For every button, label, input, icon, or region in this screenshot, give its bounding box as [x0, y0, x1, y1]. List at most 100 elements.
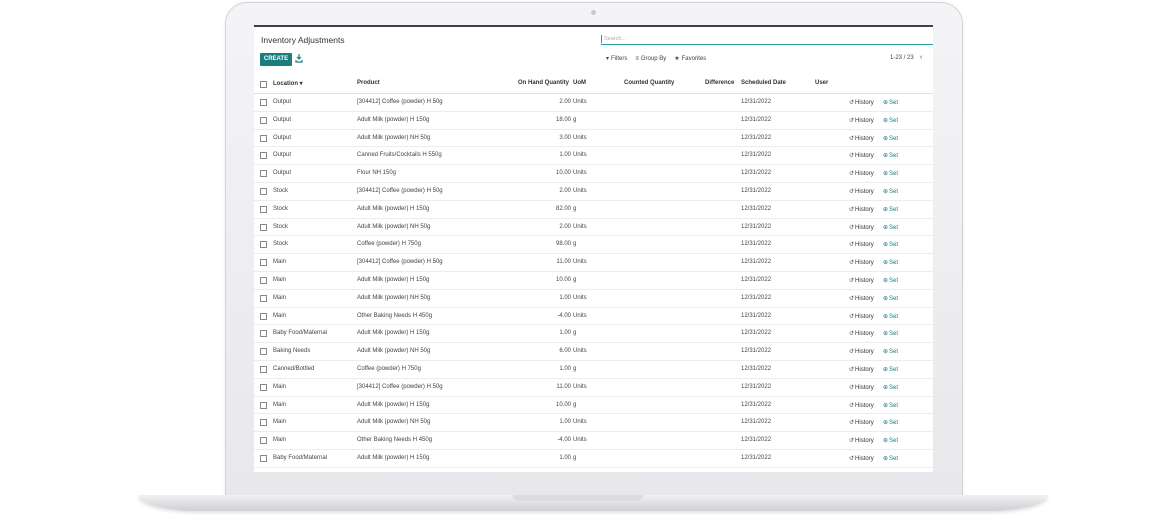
history-button[interactable]: ↺History: [849, 152, 874, 159]
set-button[interactable]: ⊕Set: [883, 277, 898, 284]
row-checkbox[interactable]: [260, 437, 267, 445]
row-checkbox[interactable]: [260, 134, 267, 142]
row-checkbox[interactable]: [260, 383, 267, 391]
set-button[interactable]: ⊕Set: [883, 241, 898, 248]
history-button[interactable]: ↺History: [849, 206, 874, 213]
set-button[interactable]: ⊕Set: [883, 437, 898, 444]
table-row[interactable]: Main Other Baking Needs H 450g -4.00 Units 1…: [254, 432, 933, 450]
history-button[interactable]: ↺History: [849, 117, 874, 124]
table-row[interactable]: Baking NeedsAdult Milk (powder) NH 50g6.…: [254, 468, 933, 472]
table-row[interactable]: Baby Food/Maternal Adult Milk (powder) H …: [254, 325, 933, 344]
history-button[interactable]: ↺History: [849, 384, 874, 391]
column-on-hand[interactable]: On Hand Quantity: [518, 80, 569, 86]
history-button[interactable]: ↺History: [849, 241, 874, 248]
set-button[interactable]: ⊕Set: [883, 117, 898, 124]
table-row[interactable]: Output Canned Fruits/Cocktails H 550g 1.00…: [254, 147, 933, 166]
set-button[interactable]: ⊕Set: [883, 259, 898, 266]
table-row[interactable]: Baby Food/Maternal Adult Milk (powder) H …: [254, 450, 933, 468]
history-button[interactable]: ↺History: [849, 402, 874, 409]
set-button[interactable]: ⊕Set: [883, 188, 898, 195]
set-button[interactable]: ⊕Set: [883, 170, 898, 177]
row-checkbox[interactable]: [260, 401, 267, 409]
row-checkbox[interactable]: [260, 419, 267, 427]
row-checkbox[interactable]: [260, 205, 267, 213]
row-checkbox[interactable]: [260, 170, 267, 178]
row-checkbox[interactable]: [260, 99, 267, 106]
history-button[interactable]: ↺History: [849, 295, 874, 302]
table-row[interactable]: Main Adult Milk (powder) NH 50g 1.00 Units 1…: [254, 414, 933, 433]
history-button[interactable]: ↺History: [849, 277, 874, 284]
history-button[interactable]: ↺History: [849, 330, 874, 337]
row-checkbox[interactable]: [260, 152, 267, 160]
set-button[interactable]: ⊕Set: [883, 455, 898, 462]
history-button[interactable]: ↺History: [849, 366, 874, 373]
table-row[interactable]: Output Adult Milk (powder) NH 50g 3.00 Unit…: [254, 130, 933, 148]
row-checkbox[interactable]: [260, 312, 267, 320]
table-row[interactable]: Stock Adult Milk (powder) NH 50g 2.00 Units…: [254, 219, 933, 237]
table-row[interactable]: Stock Coffee (powder) H 750g 98.00 g 12/31/2…: [254, 236, 933, 255]
table-row[interactable]: Baking NeedsAdult Milk (powder) NH 50g6.…: [254, 343, 933, 361]
favorites-button[interactable]: ★ Favorites: [674, 55, 706, 63]
set-button[interactable]: ⊕Set: [883, 366, 898, 373]
set-button[interactable]: ⊕Set: [883, 384, 898, 391]
row-checkbox[interactable]: [260, 241, 267, 249]
row-checkbox[interactable]: [260, 116, 267, 124]
row-checkbox[interactable]: [260, 294, 267, 302]
row-checkbox[interactable]: [260, 454, 267, 462]
table-row[interactable]: Main Adult Milk (powder) H 150g 10.00 g 12/3…: [254, 272, 933, 290]
column-counted[interactable]: Counted Quantity: [624, 80, 674, 86]
select-all-checkbox[interactable]: [260, 81, 267, 88]
download-icon[interactable]: [295, 54, 303, 63]
column-location[interactable]: Location ▾: [273, 80, 303, 87]
row-checkbox[interactable]: [260, 276, 267, 284]
column-product[interactable]: Product: [357, 80, 380, 86]
create-button[interactable]: CREATE: [260, 53, 292, 66]
set-button[interactable]: ⊕Set: [883, 135, 898, 142]
table-row[interactable]: Output Adult Milk (powder) H 150g 18.00 g 12…: [254, 112, 933, 130]
table-row[interactable]: Stock [304412] Coffee (powder) H 50g 2.00 U…: [254, 183, 933, 201]
table-row[interactable]: Main [304412] Coffee (powder) H 50g 11.00 U…: [254, 379, 933, 397]
history-button[interactable]: ↺History: [849, 188, 874, 195]
history-button[interactable]: ↺History: [849, 170, 874, 177]
column-scheduled[interactable]: Scheduled Date: [741, 80, 786, 86]
row-checkbox[interactable]: [260, 187, 267, 195]
set-button[interactable]: ⊕Set: [883, 99, 898, 106]
history-button[interactable]: ↺History: [849, 455, 874, 462]
search-input[interactable]: Search...: [601, 33, 933, 45]
set-button[interactable]: ⊕Set: [883, 295, 898, 302]
table-row[interactable]: Output [304412] Coffee (powder) H 50g 2.00…: [254, 94, 933, 112]
set-button[interactable]: ⊕Set: [883, 313, 898, 320]
set-button[interactable]: ⊕Set: [883, 206, 898, 213]
history-button[interactable]: ↺History: [849, 313, 874, 320]
table-row[interactable]: Main [304412] Coffee (powder) H 50g 11.00 U…: [254, 254, 933, 272]
column-uom[interactable]: UoM: [573, 80, 586, 86]
row-checkbox[interactable]: [260, 259, 267, 267]
row-checkbox[interactable]: [260, 348, 267, 356]
row-checkbox[interactable]: [260, 330, 267, 338]
history-button[interactable]: ↺History: [849, 437, 874, 444]
table-row[interactable]: Main Adult Milk (powder) H 150g 10.00 g 12/3…: [254, 397, 933, 415]
filters-button[interactable]: ▾ Filters: [606, 55, 627, 63]
set-button[interactable]: ⊕Set: [883, 402, 898, 409]
pager-value[interactable]: 1-23 / 23: [890, 55, 914, 61]
row-checkbox[interactable]: [260, 365, 267, 373]
table-row[interactable]: Canned/Bottled Coffee (powder) H 750g 1.00…: [254, 361, 933, 379]
column-difference[interactable]: Difference: [705, 80, 734, 86]
set-button[interactable]: ⊕Set: [883, 348, 898, 355]
row-checkbox[interactable]: [260, 223, 267, 231]
table-row[interactable]: Main Adult Milk (powder) NH 50g 1.00 Units 1…: [254, 290, 933, 308]
history-button[interactable]: ↺History: [849, 259, 874, 266]
history-button[interactable]: ↺History: [849, 224, 874, 231]
column-user[interactable]: User: [815, 80, 828, 86]
history-button[interactable]: ↺History: [849, 348, 874, 355]
table-row[interactable]: Main Other Baking Needs H 450g -4.00 Units 1…: [254, 308, 933, 326]
table-row[interactable]: Output Flour NH 150g 10.00 Units 12/31/2022 ↺…: [254, 165, 933, 183]
history-button[interactable]: ↺History: [849, 99, 874, 106]
groupby-button[interactable]: ≡ Group By: [635, 55, 666, 62]
history-button[interactable]: ↺History: [849, 135, 874, 142]
set-button[interactable]: ⊕Set: [883, 419, 898, 426]
set-button[interactable]: ⊕Set: [883, 152, 898, 159]
chevron-left-icon[interactable]: ‹: [920, 54, 922, 61]
table-row[interactable]: Stock Adult Milk (powder) H 150g 82.00 g 12/…: [254, 201, 933, 219]
set-button[interactable]: ⊕Set: [883, 224, 898, 231]
